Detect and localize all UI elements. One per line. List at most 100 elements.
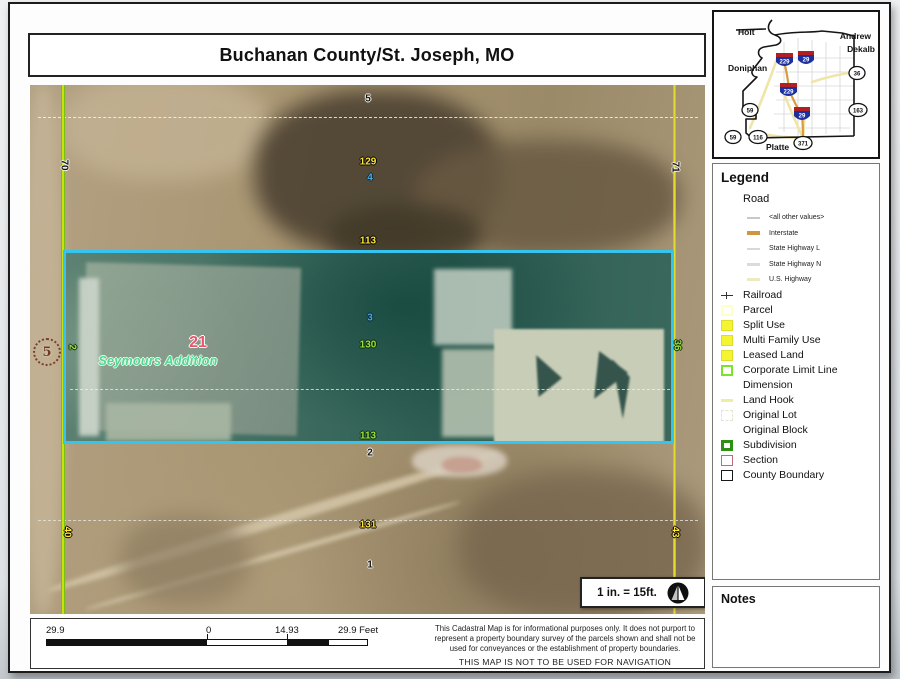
map-title-box: Buchanan County/St. Joseph, MO <box>28 33 706 77</box>
edge-dimension-label: 36 <box>672 339 683 350</box>
notes-panel: Notes <box>712 586 880 668</box>
scale-ratio-text: 1 in. = 15ft. <box>597 587 657 599</box>
legend-item: State Highway L <box>747 241 879 257</box>
us-shield-59b: 59 <box>725 131 741 144</box>
section-marker-number: 5 <box>33 338 61 366</box>
leased-land-swatch <box>721 350 733 361</box>
us-highway-swatch <box>747 278 760 281</box>
section-number-label: 21 <box>189 334 207 352</box>
us-shield-116: 116 <box>749 131 767 144</box>
state-highway-n-swatch <box>747 263 760 266</box>
county-locator-map: Holt Andrew Dekalb Doniphan Platte 229 2… <box>712 10 880 159</box>
aerial-dark-patch <box>120 515 250 605</box>
dimension-swatch <box>721 380 733 391</box>
roof-opening <box>536 355 562 397</box>
legend-item: Corporate Limit Line <box>721 363 879 378</box>
legend-item: Original Lot <box>721 408 879 423</box>
scale-note-box: 1 in. = 15ft. <box>580 577 705 608</box>
county-label-andrew: Andrew <box>840 31 872 41</box>
original-block-swatch <box>721 425 733 436</box>
us-shield-59: 59 <box>742 104 758 117</box>
lot-number-label: 3 <box>367 313 373 324</box>
land-hook-swatch <box>721 399 733 402</box>
lot-dashed-line-middle <box>70 389 670 390</box>
svg-text:371: 371 <box>798 141 809 147</box>
block-number-label: 130 <box>360 340 377 351</box>
state-highway-l-swatch <box>747 248 760 251</box>
corporate-limit-swatch <box>721 365 733 376</box>
legend-item: Land Hook <box>721 393 879 408</box>
svg-text:36: 36 <box>854 71 861 77</box>
legend-item: Original Block <box>721 423 879 438</box>
county-label-platte: Platte <box>766 142 789 152</box>
aerial-light-patch <box>60 85 270 180</box>
scale-label: 29.9 <box>46 625 65 636</box>
locator-map-graphic: Holt Andrew Dekalb Doniphan Platte 229 2… <box>714 12 878 157</box>
multi-family-swatch <box>721 335 733 346</box>
scale-bar: 29.9 0 14.93 29.9 Feet <box>46 623 386 663</box>
dimension-label: 113 <box>360 431 376 442</box>
block-number-label: 129 <box>360 157 377 168</box>
interstate-shield-229: 229 <box>776 53 793 66</box>
legend-item: Parcel <box>721 303 879 318</box>
interstate-shield-29: 29 <box>798 51 814 64</box>
edge-dimension-label: 40 <box>62 526 73 537</box>
lot-number-label: 5 <box>365 94 371 105</box>
lot-number-label: 4 <box>367 173 373 184</box>
road-other-swatch <box>747 217 760 219</box>
svg-text:59: 59 <box>747 108 754 114</box>
svg-text:59: 59 <box>730 135 737 141</box>
svg-text:163: 163 <box>853 108 864 114</box>
building-roof <box>494 329 664 443</box>
railroad-swatch <box>721 295 733 296</box>
legend-item: Section <box>721 453 879 468</box>
disclaimer-text: This Cadastral Map is for informational … <box>431 624 699 654</box>
scale-label: 29.9 Feet <box>338 625 378 636</box>
edge-dimension-label: 2 <box>67 344 78 350</box>
cadastral-map-page: Buchanan County/St. Joseph, MO <box>8 2 891 673</box>
legend-item: County Boundary <box>721 468 879 483</box>
svg-text:229: 229 <box>783 90 794 96</box>
original-lot-swatch <box>721 410 733 421</box>
lot-number-label: 2 <box>367 448 373 459</box>
split-use-swatch <box>721 320 733 331</box>
interstate-shield-229-mid: 229 <box>780 83 797 96</box>
legend-item: <all other values> <box>747 210 879 226</box>
aerial-debris <box>442 457 482 473</box>
us-shield-36: 36 <box>849 67 865 80</box>
legend-item: State Highway N <box>747 257 879 273</box>
us-shield-163: 163 <box>849 104 867 117</box>
subdivision-name-label: Seymours Addition <box>98 354 217 368</box>
map-footer-box: 29.9 0 14.93 29.9 Feet This Cadastral Ma… <box>30 618 705 669</box>
edge-dimension-label: 43 <box>670 526 681 537</box>
map-viewport[interactable]: 5 129 4 113 3 130 21 Seymours Addition 1… <box>30 85 705 614</box>
section-swatch <box>721 455 733 466</box>
lot-dashed-line-top <box>38 117 698 118</box>
svg-text:29: 29 <box>803 58 810 64</box>
legend-group-road: Road <box>743 193 879 205</box>
building-edge <box>79 278 99 436</box>
legend-panel: Legend Road <all other values> Interstat… <box>712 163 880 580</box>
legend-item: Subdivision <box>721 438 879 453</box>
page-title: Buchanan County/St. Joseph, MO <box>219 45 514 66</box>
interstate-swatch <box>747 231 760 235</box>
scale-bar-segments <box>46 639 368 646</box>
navigation-warning-text: THIS MAP IS NOT TO BE USED FOR NAVIGATIO… <box>431 657 699 667</box>
county-boundary-swatch <box>721 470 733 481</box>
legend-title: Legend <box>721 170 879 185</box>
edge-dimension-label: 70 <box>59 159 70 170</box>
county-label-dekalb: Dekalb <box>847 44 875 54</box>
lot-number-label: 1 <box>367 560 373 571</box>
edge-dimension-label: 71 <box>670 161 681 172</box>
interstate-shield-29-low: 29 <box>794 107 810 120</box>
legend-item: Dimension <box>721 378 879 393</box>
disclaimer: This Cadastral Map is for informational … <box>431 624 699 667</box>
legend-item: Interstate <box>747 226 879 242</box>
notes-title: Notes <box>721 592 871 606</box>
section-corner-marker: 5 <box>32 335 62 369</box>
legend-item: Multi Family Use <box>721 333 879 348</box>
dimension-label: 113 <box>360 236 376 247</box>
subdivision-swatch <box>721 440 733 451</box>
legend-item: Railroad <box>721 288 879 303</box>
north-arrow-icon <box>667 582 689 604</box>
